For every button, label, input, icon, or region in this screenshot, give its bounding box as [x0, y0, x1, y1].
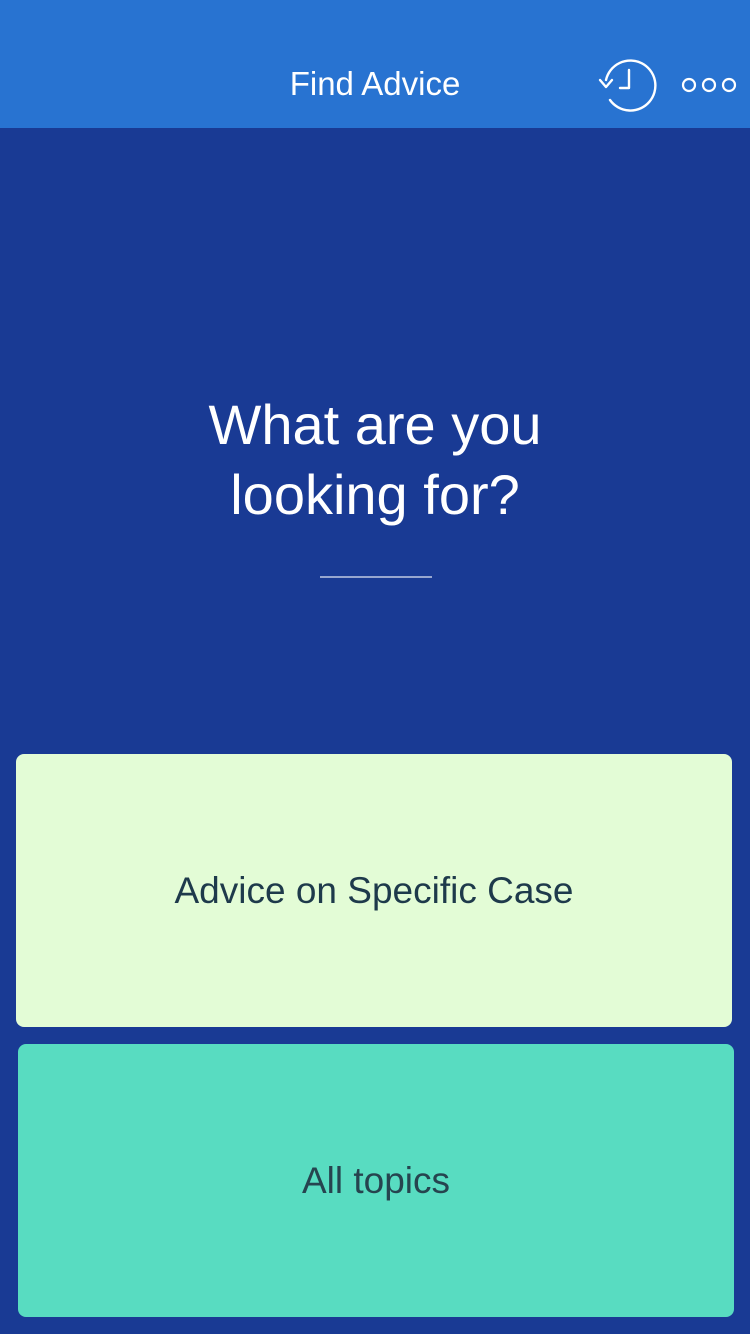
history-button[interactable]	[594, 58, 660, 116]
heading-divider	[320, 576, 432, 578]
advice-specific-case-button[interactable]: Advice on Specific Case	[16, 754, 732, 1027]
navigation-bar: Find Advice	[0, 0, 750, 128]
option-label: Advice on Specific Case	[174, 869, 574, 911]
more-options-icon	[681, 77, 737, 93]
more-options-button[interactable]	[680, 70, 738, 100]
history-icon	[598, 59, 657, 112]
question-heading: What are you looking for?	[208, 393, 542, 526]
option-label: All topics	[301, 1159, 451, 1201]
all-topics-button[interactable]: All topics	[18, 1044, 734, 1317]
